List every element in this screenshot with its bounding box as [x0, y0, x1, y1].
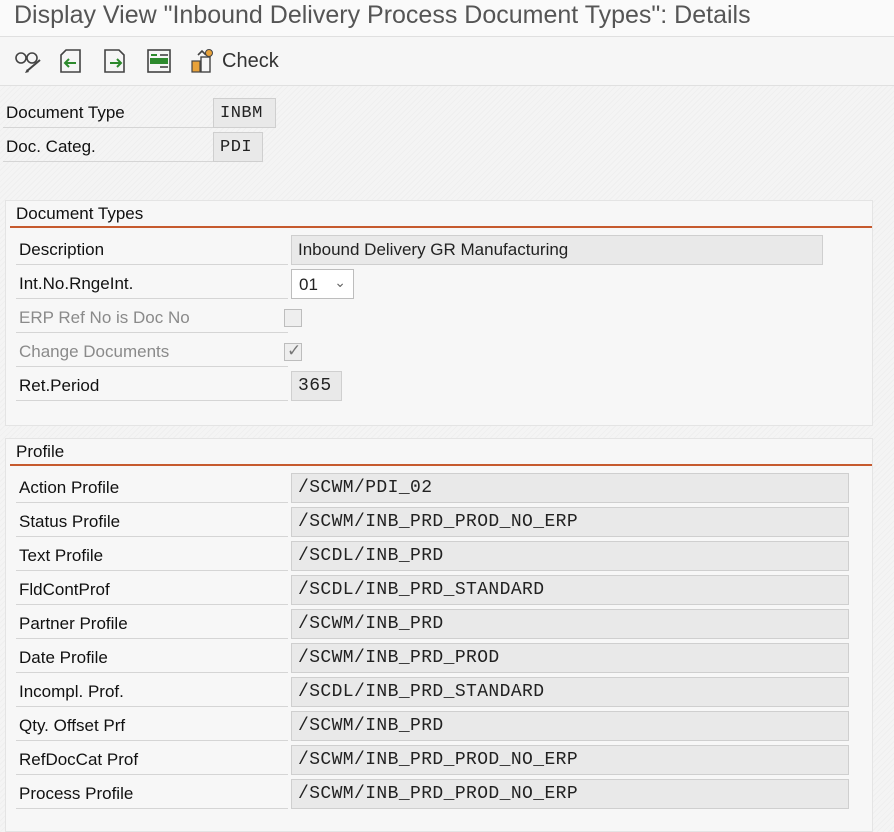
display-change-icon [15, 52, 41, 73]
page-title: Display View "Inbound Delivery Process D… [14, 1, 751, 29]
profile-row-field[interactable]: /SCWM/INB_PRD_PROD_NO_ERP [291, 779, 849, 809]
next-entry-icon [104, 49, 125, 73]
profile-row-field[interactable]: /SCDL/INB_PRD_STANDARD [291, 677, 849, 707]
description-label: Description [16, 235, 288, 265]
profile-row-field[interactable]: /SCWM/INB_PRD_PROD [291, 643, 849, 673]
profile-row-field[interactable]: /SCWM/INB_PRD_PROD_NO_ERP [291, 507, 849, 537]
chevron-down-icon: ⌄ [334, 274, 346, 290]
document-type-field[interactable]: INBM [213, 98, 276, 128]
doc-categ-field[interactable]: PDI [213, 132, 263, 162]
group-divider [10, 226, 872, 228]
display-change-button[interactable] [14, 47, 42, 75]
profile-row-label: Incompl. Prof. [16, 677, 288, 707]
profile-row-field[interactable]: /SCDL/INB_PRD_STANDARD [291, 575, 849, 605]
ret-period-field[interactable]: 365 [291, 371, 342, 401]
profile-row-label: Text Profile [16, 541, 288, 571]
document-types-title: Document Types [16, 204, 144, 223]
document-types-group: Document Types Description Inbound Deliv… [5, 200, 873, 426]
group-divider [10, 464, 872, 466]
check-icon [191, 49, 213, 73]
check-button[interactable]: Check [190, 47, 279, 75]
int-no-range-value: 01 [299, 275, 318, 294]
previous-entry-icon [60, 49, 81, 73]
int-no-range-select[interactable]: 01 ⌄ [291, 269, 354, 299]
profile-row-field[interactable]: /SCWM/PDI_02 [291, 473, 849, 503]
title-bar: Display View "Inbound Delivery Process D… [0, 0, 894, 37]
doc-categ-label: Doc. Categ. [3, 133, 214, 162]
erp-ref-label: ERP Ref No is Doc No [16, 303, 288, 333]
application-toolbar: Check [0, 37, 894, 86]
select-block-button[interactable] [146, 47, 174, 75]
profile-row-field[interactable]: /SCWM/INB_PRD_PROD_NO_ERP [291, 745, 849, 775]
profile-group: Profile Action Profile/SCWM/PDI_02 Status… [5, 438, 873, 832]
change-documents-label: Change Documents [16, 337, 288, 367]
checkmark-icon: ✓ [287, 341, 302, 360]
profile-row-label: Qty. Offset Prf [16, 711, 288, 741]
profile-row-label: FldContProf [16, 575, 288, 605]
profile-row-label: Action Profile [16, 473, 288, 503]
profile-row-label: Status Profile [16, 507, 288, 537]
profile-row-label: Date Profile [16, 643, 288, 673]
profile-row-field[interactable]: /SCWM/INB_PRD [291, 609, 849, 639]
document-type-label: Document Type [3, 99, 214, 128]
next-entry-button[interactable] [102, 47, 130, 75]
change-documents-checkbox[interactable]: ✓ [284, 341, 302, 361]
erp-ref-checkbox[interactable] [284, 309, 302, 327]
profile-title: Profile [16, 442, 65, 461]
profile-row-label: Process Profile [16, 779, 288, 809]
profile-row-label: RefDocCat Prof [16, 745, 288, 775]
profile-row-label: Partner Profile [16, 609, 288, 639]
ret-period-label: Ret.Period [16, 371, 288, 401]
description-field[interactable]: Inbound Delivery GR Manufacturing [291, 235, 823, 265]
int-no-range-label: Int.No.RngeInt. [16, 269, 288, 299]
profile-row-field[interactable]: /SCWM/INB_PRD [291, 711, 849, 741]
check-label: Check [222, 49, 279, 72]
select-block-icon [147, 49, 171, 73]
profile-row-field[interactable]: /SCDL/INB_PRD [291, 541, 849, 571]
previous-entry-button[interactable] [58, 47, 86, 75]
